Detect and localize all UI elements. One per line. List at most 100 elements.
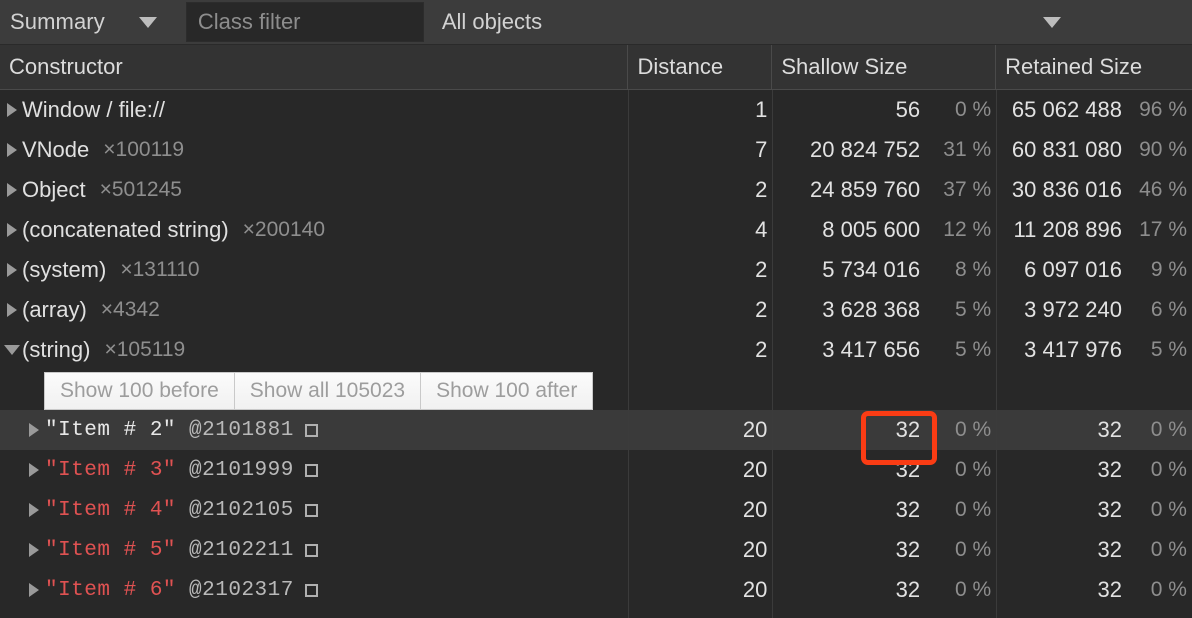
table-row[interactable]: (system) ×131110 2 5 734 016 8 % 6 097 0… bbox=[0, 250, 1192, 290]
shallow-size-percent: 0 % bbox=[954, 98, 992, 121]
expand-triangle-icon[interactable] bbox=[4, 290, 20, 330]
cell-retained-size: 32 0 % bbox=[996, 570, 1192, 610]
shallow-size-percent: 12 % bbox=[943, 218, 992, 241]
cell-shallow-size: 56 0 % bbox=[772, 90, 996, 130]
show-100-after-button[interactable]: Show 100 after bbox=[420, 372, 594, 410]
cell-distance: 1 bbox=[628, 90, 772, 130]
retained-size-percent: 0 % bbox=[1150, 578, 1187, 601]
constructor-count: ×501245 bbox=[99, 178, 182, 201]
table-row[interactable]: "Item # 6" @2102317 20 32 0 % 32 0 % bbox=[0, 570, 1192, 610]
retained-size-percent: 0 % bbox=[1150, 498, 1187, 521]
table-row[interactable]: (string) ×105119 2 3 417 656 5 % 3 417 9… bbox=[0, 330, 1192, 370]
cell-distance: 2 bbox=[628, 170, 772, 210]
table-row[interactable]: "Item # 2" @2101881 20 32 0 % 32 0 % bbox=[0, 410, 1192, 450]
expand-triangle-icon[interactable] bbox=[26, 570, 42, 610]
expand-triangle-icon[interactable] bbox=[4, 250, 20, 290]
cell-retained-size: 6 097 016 9 % bbox=[996, 250, 1192, 290]
cell-constructor: "Item # 2" @2101881 bbox=[0, 410, 628, 450]
distance-value: 7 bbox=[755, 137, 768, 162]
cell-constructor: (system) ×131110 bbox=[0, 250, 628, 290]
retained-size-value: 65 062 488 bbox=[1011, 97, 1122, 122]
table-row[interactable]: Window / file:// 1 56 0 % 65 062 488 96 … bbox=[0, 90, 1192, 130]
cell-shallow-size: 3 628 368 5 % bbox=[772, 290, 996, 330]
string-value: "Item # 4" bbox=[45, 498, 177, 522]
cell-constructor: "Item # 5" @2102211 bbox=[0, 530, 628, 570]
distance-value: 2 bbox=[755, 177, 768, 202]
cell-distance: 20 bbox=[628, 570, 772, 610]
retained-size-percent: 96 % bbox=[1139, 98, 1187, 121]
cell-retained-size: 32 0 % bbox=[996, 410, 1192, 450]
cell-distance: 4 bbox=[628, 210, 772, 250]
shallow-size-value: 32 bbox=[895, 577, 921, 602]
expand-triangle-icon[interactable] bbox=[4, 130, 20, 170]
table-row[interactable]: "Item # 5" @2102211 20 32 0 % 32 0 % bbox=[0, 530, 1192, 570]
collapse-triangle-icon[interactable] bbox=[4, 330, 20, 370]
cell-retained-size: 65 062 488 96 % bbox=[996, 90, 1192, 130]
distance-value: 20 bbox=[742, 417, 768, 442]
string-value: "Item # 3" bbox=[45, 458, 177, 482]
object-square-icon bbox=[304, 543, 318, 557]
retained-size-value: 32 bbox=[1097, 577, 1122, 602]
expand-triangle-icon[interactable] bbox=[4, 210, 20, 250]
object-scope-select[interactable]: All objects bbox=[424, 0, 1192, 44]
show-100-before-button[interactable]: Show 100 before bbox=[44, 372, 234, 410]
cell-shallow-size: 32 0 % bbox=[772, 410, 996, 450]
cell-shallow-size: 20 824 752 31 % bbox=[772, 130, 996, 170]
shallow-size-value: 32 bbox=[895, 457, 921, 482]
column-header-retained-size[interactable]: Retained Size bbox=[996, 45, 1192, 89]
column-header-label: Constructor bbox=[9, 54, 123, 79]
shallow-size-value: 20 824 752 bbox=[810, 137, 921, 162]
retained-size-value: 32 bbox=[1097, 457, 1122, 482]
cell-distance: 2 bbox=[628, 330, 772, 370]
shallow-size-value: 3 628 368 bbox=[822, 297, 921, 322]
distance-value: 20 bbox=[742, 537, 768, 562]
constructor-count: ×100119 bbox=[103, 138, 185, 161]
distance-value: 2 bbox=[755, 337, 768, 362]
cell-constructor: "Item # 3" @2101999 bbox=[0, 450, 628, 490]
table-row[interactable]: Object ×501245 2 24 859 760 37 % 30 836 … bbox=[0, 170, 1192, 210]
expand-triangle-icon[interactable] bbox=[26, 530, 42, 570]
column-header-shallow-size[interactable]: Shallow Size bbox=[772, 45, 997, 89]
cell-retained-size: 32 0 % bbox=[996, 490, 1192, 530]
table-row[interactable]: "Item # 3" @2101999 20 32 0 % 32 0 % bbox=[0, 450, 1192, 490]
object-scope-label: All objects bbox=[441, 9, 543, 34]
expand-triangle-icon[interactable] bbox=[4, 90, 20, 130]
table-row[interactable]: "Item # 4" @2102105 20 32 0 % 32 0 % bbox=[0, 490, 1192, 530]
shallow-size-percent: 0 % bbox=[954, 458, 992, 481]
expand-triangle-icon[interactable] bbox=[26, 490, 42, 530]
cell-constructor: VNode ×100119 bbox=[0, 130, 628, 170]
table-row[interactable]: (concatenated string) ×200140 4 8 005 60… bbox=[0, 210, 1192, 250]
cell-distance: 2 bbox=[628, 250, 772, 290]
string-value: "Item # 6" bbox=[45, 578, 177, 602]
show-all-button[interactable]: Show all 105023 bbox=[233, 372, 421, 410]
expand-triangle-icon[interactable] bbox=[26, 450, 42, 490]
table-row[interactable]: (array) ×4342 2 3 628 368 5 % 3 972 240 … bbox=[0, 290, 1192, 330]
shallow-size-percent: 5 % bbox=[954, 338, 992, 361]
expand-triangle-icon[interactable] bbox=[26, 410, 42, 450]
column-header-constructor[interactable]: Constructor bbox=[0, 45, 629, 89]
cell-shallow-size: 32 0 % bbox=[772, 530, 996, 570]
constructor-name: (string) bbox=[22, 337, 91, 362]
shallow-size-value: 32 bbox=[895, 497, 921, 522]
object-address: @2101881 bbox=[189, 418, 294, 442]
shallow-size-percent: 0 % bbox=[954, 418, 992, 441]
retained-size-value: 6 097 016 bbox=[1024, 257, 1122, 282]
retained-size-value: 32 bbox=[1097, 417, 1122, 442]
column-header-distance[interactable]: Distance bbox=[628, 45, 773, 89]
retained-size-percent: 0 % bbox=[1150, 538, 1187, 561]
distance-value: 4 bbox=[755, 217, 768, 242]
chevron-down-icon bbox=[1043, 16, 1061, 28]
cell-shallow-size: 8 005 600 12 % bbox=[772, 210, 996, 250]
column-header-label: Shallow Size bbox=[781, 54, 908, 79]
distance-value: 20 bbox=[742, 577, 768, 602]
view-mode-select[interactable]: Summary bbox=[0, 0, 157, 44]
expand-triangle-icon[interactable] bbox=[4, 170, 20, 210]
constructor-name: Object bbox=[22, 177, 86, 202]
heap-snapshot-grid: Constructor Distance Shallow Size Retain… bbox=[0, 45, 1192, 618]
cell-constructor: (array) ×4342 bbox=[0, 290, 628, 330]
table-row[interactable]: VNode ×100119 7 20 824 752 31 % 60 831 0… bbox=[0, 130, 1192, 170]
class-filter-input[interactable]: Class filter bbox=[185, 2, 424, 42]
cell-distance: 20 bbox=[628, 410, 772, 450]
retained-size-value: 32 bbox=[1097, 497, 1122, 522]
column-header-label: Distance bbox=[637, 54, 724, 79]
